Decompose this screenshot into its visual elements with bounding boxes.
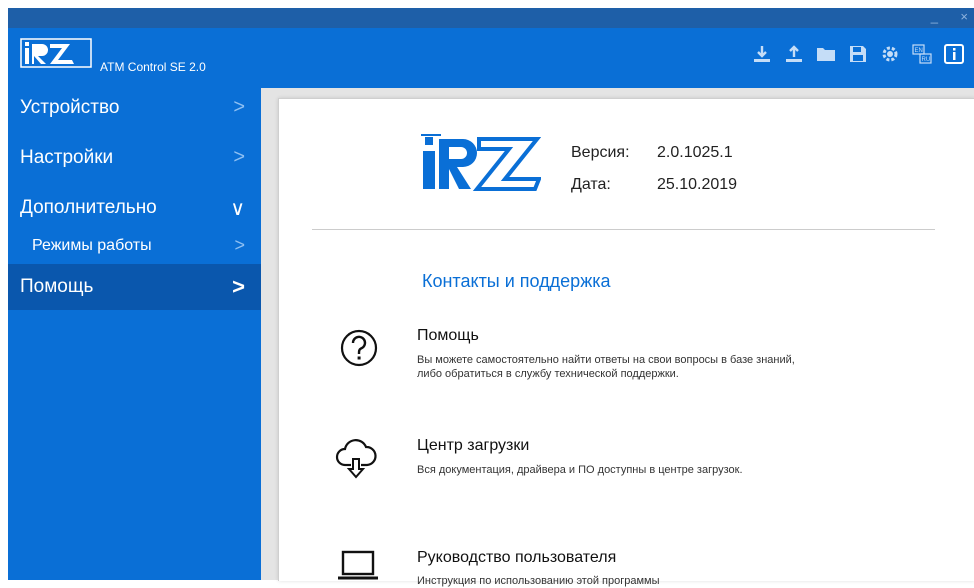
irz-logo <box>20 38 92 68</box>
irz-logo-large <box>419 131 542 193</box>
save-icon[interactable] <box>844 40 872 68</box>
laptop-icon[interactable] <box>337 549 379 588</box>
cloud-download-icon[interactable] <box>335 437 377 486</box>
chevron-right-icon: > <box>234 235 245 255</box>
sidebar-item-settings[interactable]: Настройки > <box>8 138 261 178</box>
user-manual-title[interactable]: Руководство пользователя <box>417 549 616 567</box>
user-manual-description: Инструкция по использованию этой програм… <box>417 575 660 587</box>
settings-gear-icon[interactable] <box>876 40 904 68</box>
info-icon[interactable] <box>940 40 968 68</box>
toolbar: EN RU <box>748 40 968 68</box>
date-label: Дата: <box>571 176 611 193</box>
sidebar-item-label: Устройство <box>20 97 120 118</box>
chevron-right-icon: > <box>232 274 245 299</box>
language-en-ru-icon[interactable]: EN RU <box>908 40 936 68</box>
help-question-icon[interactable] <box>339 328 379 373</box>
minimize-button[interactable]: _ <box>931 9 938 24</box>
sidebar-item-advanced[interactable]: Дополнительно ∨ <box>8 188 261 228</box>
window-titlebar: _ × <box>8 8 974 28</box>
sidebar-item-device[interactable]: Устройство > <box>8 88 261 128</box>
sidebar-subitem-modes[interactable]: Режимы работы > <box>8 232 261 262</box>
chevron-right-icon: > <box>233 146 245 168</box>
section-title: Контакты и поддержка <box>422 271 611 291</box>
upload-icon[interactable] <box>780 40 808 68</box>
sidebar-item-label: Настройки <box>20 147 114 168</box>
version-value: 2.0.1025.1 <box>657 144 733 161</box>
folder-icon[interactable] <box>812 40 840 68</box>
app-title: ATM Control SE 2.0 <box>100 60 206 74</box>
sidebar-item-label: Помощь <box>20 276 94 297</box>
chevron-right-icon: > <box>233 96 245 118</box>
divider <box>312 229 935 230</box>
about-panel: Версия: 2.0.1025.1 Дата: 25.10.2019 Конт… <box>278 98 974 587</box>
close-button[interactable]: × <box>960 9 968 24</box>
svg-text:RU: RU <box>922 57 931 63</box>
app-header: ATM Control SE 2.0 EN RU <box>8 28 974 88</box>
svg-text:EN: EN <box>915 48 923 54</box>
help-description-line2: либо обратиться в службу технической под… <box>417 368 679 380</box>
chevron-down-icon: ∨ <box>230 198 245 220</box>
version-label: Версия: <box>571 144 630 161</box>
help-title[interactable]: Помощь <box>417 327 479 345</box>
download-center-title[interactable]: Центр загрузки <box>417 437 529 455</box>
date-value: 25.10.2019 <box>657 176 738 193</box>
sidebar-item-label: Дополнительно <box>20 197 157 218</box>
sidebar-item-help[interactable]: Помощь > <box>8 264 261 310</box>
help-description-line1: Вы можете самостоятельно найти ответы на… <box>417 354 795 366</box>
download-center-description: Вся документация, драйвера и ПО доступны… <box>417 464 743 476</box>
download-icon[interactable] <box>748 40 776 68</box>
sidebar-item-label: Режимы работы <box>32 237 152 254</box>
sidebar: Устройство > Настройки > Дополнительно ∨… <box>8 88 261 580</box>
